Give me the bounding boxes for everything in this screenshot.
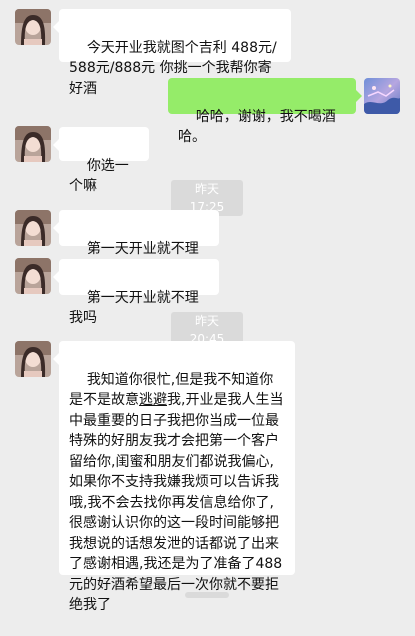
- contact-avatar[interactable]: [15, 126, 51, 162]
- contact-message-bubble[interactable]: 你选一个嘛: [53, 127, 149, 194]
- message-text: 你选一个嘛: [69, 157, 129, 195]
- my-avatar[interactable]: [364, 78, 400, 114]
- contact-avatar[interactable]: [15, 210, 51, 246]
- contact-avatar[interactable]: [15, 9, 51, 45]
- contact-message-bubble[interactable]: 第一天开业就不理我吗: [53, 210, 219, 277]
- message-text-part: 我,开业是我人生当中最重要的日子我把你当成一位最特殊的好朋友我才会把第一个客户留…: [69, 392, 284, 613]
- chat-conversation: 今天开业我就图个吉利 488元/588元/888元 你挑一个我帮你寄好酒 哈哈，…: [0, 0, 415, 613]
- contact-avatar[interactable]: [15, 341, 51, 377]
- contact-avatar[interactable]: [15, 258, 51, 294]
- message-text: 哈哈，谢谢，我不喝酒哈。: [178, 108, 336, 146]
- my-message-bubble[interactable]: 哈哈，谢谢，我不喝酒哈。: [168, 78, 362, 145]
- timestamp-partial: [185, 592, 229, 598]
- contact-message-bubble[interactable]: 今天开业我就图个吉利 488元/588元/888元 你挑一个我帮你寄好酒: [53, 9, 291, 97]
- contact-message-bubble-long[interactable]: 我知道你很忙,但是我不知道你是不是故意逃避我,开业是我人生当中最重要的日子我把你…: [53, 341, 295, 613]
- contact-message-bubble[interactable]: 第一天开业就不理我吗: [53, 259, 219, 326]
- message-text-underlined[interactable]: 逃避: [139, 392, 167, 408]
